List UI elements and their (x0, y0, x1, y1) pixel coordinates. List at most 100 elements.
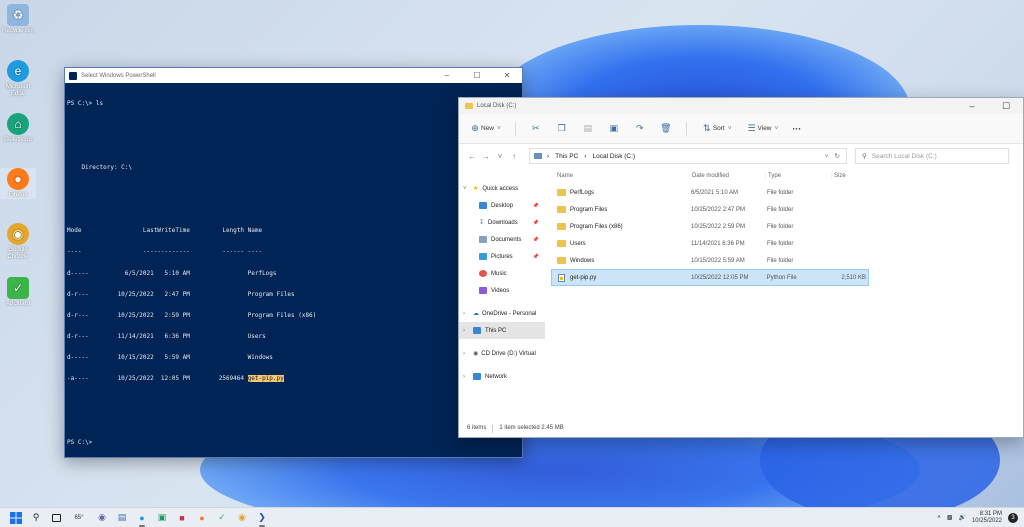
office-icon[interactable]: ■ (174, 510, 190, 526)
chevron-down-icon[interactable]: ˅ (825, 153, 829, 160)
nav-item-downloads[interactable]: ↧ Downloads 📌 (459, 214, 545, 231)
minimize-button[interactable]: – (955, 101, 989, 112)
nav-quick-access[interactable]: ˅ ★ Quick access (459, 180, 545, 197)
nav-item-cd-drive[interactable]: › ◉ CD Drive (D:) Virtual (459, 345, 545, 362)
more-button[interactable]: ··· (792, 124, 801, 134)
file-row-selected[interactable]: get-pip.py 10/25/2022 12:05 PM Python Fi… (551, 269, 869, 286)
file-row[interactable]: PerfLogs 6/5/2021 5:10 AM File folder (551, 184, 1023, 201)
file-type: File folder (767, 240, 794, 247)
nav-item-onedrive[interactable]: › ☁ OneDrive - Personal (459, 305, 545, 322)
file-type: File folder (767, 257, 794, 264)
column-header-date[interactable]: Date modified (689, 173, 765, 179)
minimize-button[interactable]: – (432, 71, 462, 80)
chevron-down-icon: ˅ (497, 125, 501, 132)
store-icon[interactable]: ▣ (154, 510, 170, 526)
explorer-titlebar[interactable]: Local Disk (C:) – ☐ (459, 98, 1023, 114)
refresh-icon[interactable]: ↻ (835, 152, 840, 160)
powershell-taskbar-icon[interactable]: ❯ (254, 510, 270, 527)
nav-label: Documents (491, 236, 522, 243)
share-button[interactable]: ↷ (634, 123, 646, 135)
nav-item-videos[interactable]: Videos (459, 282, 545, 299)
nav-label: Network (485, 373, 508, 380)
address-bar[interactable]: › This PC › Local Disk (C:) ˅ ↻ (529, 148, 847, 164)
nav-item-desktop[interactable]: Desktop 📌 (459, 197, 545, 214)
file-row[interactable]: Program Files 10/25/2022 2:47 PM File fo… (551, 201, 1023, 218)
volume-icon[interactable]: 🔊 (958, 514, 965, 521)
paste-button[interactable]: ▤ (582, 123, 594, 135)
weather-widget[interactable]: 65° (68, 515, 90, 521)
new-button[interactable]: ⊕ New ˅ (469, 123, 501, 135)
chevron-down-icon[interactable]: ˅ (493, 152, 507, 161)
cut-button[interactable]: ✂ (530, 123, 542, 135)
breadcrumb-local-disk[interactable]: Local Disk (C:) (592, 153, 635, 160)
sort-button[interactable]: ⇅ Sort ˅ (701, 123, 732, 135)
close-button[interactable]: ✕ (492, 71, 522, 80)
desktop-icon-bulletscup[interactable]: ⌂ Bulletscup (0, 113, 36, 144)
column-header-type[interactable]: Type (765, 173, 831, 179)
console-line: d-r--- 10/25/2022 2:59 PM Program Files … (67, 311, 317, 319)
column-header-size[interactable]: Size (831, 173, 869, 179)
disc-icon: ◉ (473, 351, 479, 357)
console-line: d----- 6/5/2021 5:10 AM PerfLogs (67, 269, 277, 277)
rename-button[interactable]: ▣ (608, 123, 620, 135)
file-row[interactable]: Users 11/14/2021 6:36 PM File folder (551, 235, 1023, 252)
powershell-window[interactable]: Select Windows PowerShell – ☐ ✕ PS C:\> … (64, 67, 523, 458)
console-output[interactable]: PS C:\> ls Directory: C:\ Mode LastWrite… (65, 83, 522, 460)
network-status-icon[interactable]: ▩ (947, 514, 953, 521)
notification-badge[interactable]: 3 (1008, 512, 1018, 523)
firefox-taskbar-icon[interactable]: ● (194, 510, 210, 526)
file-row[interactable]: Program Files (x86) 10/25/2022 2:59 PM F… (551, 218, 1023, 235)
chevron-right-icon: › (463, 310, 465, 317)
maximize-button[interactable]: ☐ (462, 71, 492, 80)
desktop-icon-label: Google Chrome (7, 247, 29, 260)
chevron-up-icon[interactable]: ˄ (937, 515, 941, 521)
chrome-taskbar-icon[interactable]: ◉ (234, 510, 250, 526)
window-title: Select Windows PowerShell (81, 72, 156, 79)
search-box[interactable]: ⚲ Search Local Disk (C:) (855, 148, 1009, 164)
nav-item-this-pc[interactable]: › This PC (459, 322, 545, 339)
search-icon[interactable]: ⚲ (28, 510, 44, 526)
folder-icon (465, 103, 473, 109)
maximize-button[interactable]: ☐ (989, 101, 1023, 112)
forward-arrow-icon[interactable]: → (479, 152, 493, 161)
chevron-right-icon: › (463, 373, 465, 380)
desktop-icon-firefox[interactable]: ● Firefox (0, 168, 36, 199)
desktop-icon-adguard[interactable]: ✓ AdGuard (0, 277, 36, 308)
nav-label: Music (491, 270, 507, 277)
chat-icon[interactable]: ◉ (94, 510, 110, 526)
up-arrow-icon[interactable]: ↑ (507, 152, 521, 161)
navigation-pane: ˅ ★ Quick access Desktop 📌 ↧ Downloads 📌… (459, 168, 545, 437)
desktop-icon-edge[interactable]: e Microsoft Edge (0, 60, 36, 98)
nav-item-network[interactable]: › Network (459, 368, 545, 385)
desktop-icon-recycle-bin[interactable]: ♻ Recycle Bin (0, 4, 36, 35)
delete-button[interactable]: 🗑 (660, 123, 672, 135)
breadcrumb-this-pc[interactable]: This PC (555, 153, 578, 160)
desktop-icon-label: AdGuard (5, 301, 30, 307)
file-type: File folder (767, 223, 794, 230)
copy-button[interactable]: ❐ (556, 123, 568, 135)
file-explorer-window[interactable]: Local Disk (C:) – ☐ ⊕ New ˅ ✂ ❐ ▤ ▣ ↷ 🗑 … (458, 97, 1024, 438)
file-explorer-taskbar-icon[interactable]: ▤ (114, 510, 130, 526)
nav-item-music[interactable]: Music (459, 265, 545, 282)
nav-item-documents[interactable]: Documents 📌 (459, 231, 545, 248)
view-button[interactable]: ☰ View ˅ (746, 123, 778, 135)
column-header-name[interactable]: Name (551, 173, 689, 179)
clock[interactable]: 8:31 PM 10/25/2022 (972, 511, 1002, 525)
task-view-icon[interactable] (48, 510, 64, 526)
copy-icon: ❐ (557, 123, 566, 133)
file-size: 2,510 KB (841, 274, 866, 281)
pin-icon: 📌 (532, 202, 539, 209)
console-line: d-r--- 11/14/2021 6:36 PM Users (67, 333, 266, 341)
edge-taskbar-icon[interactable]: ● (134, 510, 150, 527)
nav-item-pictures[interactable]: Pictures 📌 (459, 248, 545, 265)
desktop-icon-label: Microsoft Edge (5, 84, 31, 97)
adguard-taskbar-icon[interactable]: ✓ (214, 510, 230, 526)
start-button[interactable] (8, 510, 24, 526)
powershell-titlebar[interactable]: Select Windows PowerShell – ☐ ✕ (65, 68, 522, 83)
desktop-icon-label: Bulletscup (4, 137, 32, 143)
desktop-icon-chrome[interactable]: ◉ Google Chrome (0, 223, 36, 261)
firefox-icon: ● (7, 168, 29, 190)
back-arrow-icon[interactable]: ← (465, 152, 479, 161)
file-row[interactable]: Windows 10/15/2022 5:59 AM File folder (551, 252, 1023, 269)
